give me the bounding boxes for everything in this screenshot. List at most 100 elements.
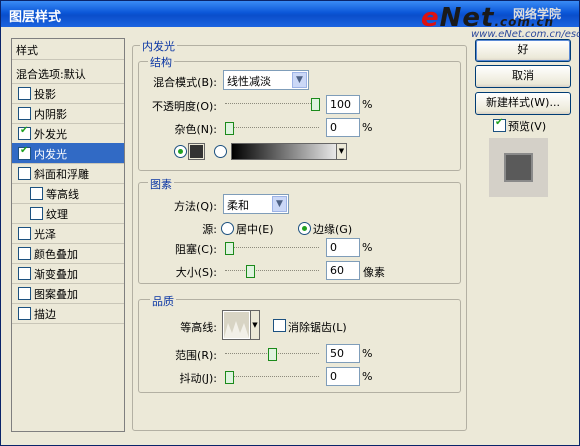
style-checkbox[interactable] — [18, 107, 31, 120]
style-item-label: 纹理 — [46, 208, 68, 221]
noise-unit: % — [362, 121, 373, 134]
noise-label: 杂色(N): — [174, 123, 217, 136]
style-item-label: 外发光 — [34, 128, 67, 141]
style-item-label: 渐变叠加 — [34, 268, 78, 281]
source-label: 源: — [202, 223, 217, 236]
chevron-down-icon: ▼ — [292, 72, 307, 88]
preview-label: 预览(V) — [508, 120, 547, 133]
opacity-input[interactable]: 100 — [326, 95, 360, 114]
preview-swatch — [504, 153, 533, 182]
style-list-item[interactable]: 投影 — [12, 83, 124, 104]
cancel-button[interactable]: 取消 — [475, 65, 571, 88]
watermark-subtitle: 网络学院 — [513, 7, 562, 21]
solid-color-radio[interactable] — [174, 145, 187, 158]
method-label: 方法(Q): — [174, 200, 217, 213]
chevron-down-icon: ▼ — [336, 144, 346, 159]
layer-style-dialog: 图层样式 eNet.com.cn 网络学院 www.eNet.com.cn/es… — [0, 0, 580, 446]
style-checkbox[interactable] — [18, 87, 31, 100]
style-checkbox[interactable] — [18, 145, 31, 160]
style-checkbox[interactable] — [18, 307, 31, 320]
choke-slider-thumb[interactable] — [225, 242, 234, 255]
style-preview — [489, 138, 548, 197]
opacity-label: 不透明度(O): — [152, 100, 217, 113]
jitter-input[interactable]: 0 — [326, 367, 360, 386]
style-item-label: 颜色叠加 — [34, 248, 78, 261]
style-checkbox[interactable] — [30, 187, 43, 200]
style-list-item[interactable]: 纹理 — [12, 203, 124, 224]
style-item-label: 内阴影 — [34, 108, 67, 121]
blend-mode-label: 混合模式(B): — [153, 76, 217, 89]
size-unit: 像素 — [363, 266, 385, 279]
opacity-unit: % — [362, 98, 373, 111]
gradient-radio[interactable] — [214, 145, 227, 158]
noise-slider-thumb[interactable] — [225, 122, 234, 135]
style-checkbox[interactable] — [18, 267, 31, 280]
style-item-label: 图案叠加 — [34, 288, 78, 301]
style-list-item[interactable]: 图案叠加 — [12, 283, 124, 304]
ok-button[interactable]: 好 — [475, 39, 571, 62]
gradient-picker[interactable]: ▼ — [231, 143, 347, 160]
size-input[interactable]: 60 — [326, 261, 360, 280]
noise-slider-track[interactable] — [225, 127, 319, 129]
chevron-down-icon: ▼ — [272, 196, 287, 212]
color-swatch[interactable] — [188, 143, 205, 160]
new-style-button[interactable]: 新建样式(W)... — [475, 92, 571, 115]
style-checkbox[interactable] — [18, 167, 31, 180]
style-item-label: 描边 — [34, 308, 56, 321]
jitter-label: 抖动(J): — [179, 372, 217, 385]
style-item-label: 内发光 — [34, 148, 67, 161]
style-list-item[interactable]: 内发光 — [12, 143, 124, 164]
size-slider-track[interactable] — [225, 270, 319, 272]
elements-title: 图素 — [148, 176, 174, 192]
range-input[interactable]: 50 — [326, 344, 360, 363]
antialias-label: 消除锯齿(L) — [288, 321, 347, 334]
quality-title: 品质 — [150, 293, 176, 309]
choke-unit: % — [362, 241, 373, 254]
choke-label: 阻塞(C): — [175, 243, 217, 256]
chevron-down-icon: ▼ — [250, 311, 259, 339]
style-list-item[interactable]: 等高线 — [12, 183, 124, 204]
jitter-slider-thumb[interactable] — [225, 371, 234, 384]
style-checkbox[interactable] — [18, 287, 31, 300]
source-edge-radio[interactable] — [298, 222, 311, 235]
choke-input[interactable]: 0 — [326, 238, 360, 257]
choke-slider-track[interactable] — [225, 247, 319, 249]
style-item-label: 等高线 — [46, 188, 79, 201]
range-unit: % — [362, 347, 373, 360]
style-checkbox[interactable] — [18, 247, 31, 260]
blend-mode-select[interactable]: 线性减淡 ▼ — [223, 70, 309, 90]
source-edge-label: 边缘(G) — [313, 223, 353, 236]
jitter-slider-track[interactable] — [225, 376, 319, 378]
style-list-item[interactable]: 描边 — [12, 303, 124, 324]
style-list-item[interactable]: 颜色叠加 — [12, 243, 124, 264]
style-list-item[interactable]: 外发光 — [12, 123, 124, 144]
opacity-slider-thumb[interactable] — [311, 98, 320, 111]
structure-title: 结构 — [148, 54, 174, 70]
range-label: 范围(R): — [175, 349, 217, 362]
technique-select[interactable]: 柔和 ▼ — [223, 194, 289, 214]
range-slider-thumb[interactable] — [268, 348, 277, 361]
style-list-item[interactable]: 渐变叠加 — [12, 263, 124, 284]
blend-options-item[interactable]: 混合选项:默认 — [12, 63, 124, 84]
style-list-item[interactable]: 斜面和浮雕 — [12, 163, 124, 184]
style-item-label: 光泽 — [34, 228, 56, 241]
title-bar[interactable]: 图层样式 eNet.com.cn 网络学院 — [1, 1, 579, 33]
source-center-radio[interactable] — [221, 222, 234, 235]
antialias-checkbox[interactable] — [273, 319, 286, 332]
style-list: 样式 混合选项:默认 投影内阴影外发光内发光斜面和浮雕等高线纹理光泽颜色叠加渐变… — [11, 38, 125, 432]
source-center-label: 居中(E) — [236, 223, 274, 236]
style-list-item[interactable]: 光泽 — [12, 223, 124, 244]
style-checkbox[interactable] — [18, 125, 31, 140]
preview-checkbox[interactable] — [493, 117, 506, 132]
style-item-label: 投影 — [34, 88, 56, 101]
style-checkbox[interactable] — [30, 207, 43, 220]
style-checkbox[interactable] — [18, 227, 31, 240]
inner-glow-title: 内发光 — [140, 38, 177, 54]
opacity-slider-track[interactable] — [225, 103, 319, 105]
contour-picker[interactable]: ▼ — [222, 310, 260, 340]
styles-header[interactable]: 样式 — [12, 39, 124, 60]
contour-label: 等高线: — [180, 321, 217, 334]
noise-input[interactable]: 0 — [326, 118, 360, 137]
size-slider-thumb[interactable] — [245, 265, 255, 278]
style-list-item[interactable]: 内阴影 — [12, 103, 124, 124]
